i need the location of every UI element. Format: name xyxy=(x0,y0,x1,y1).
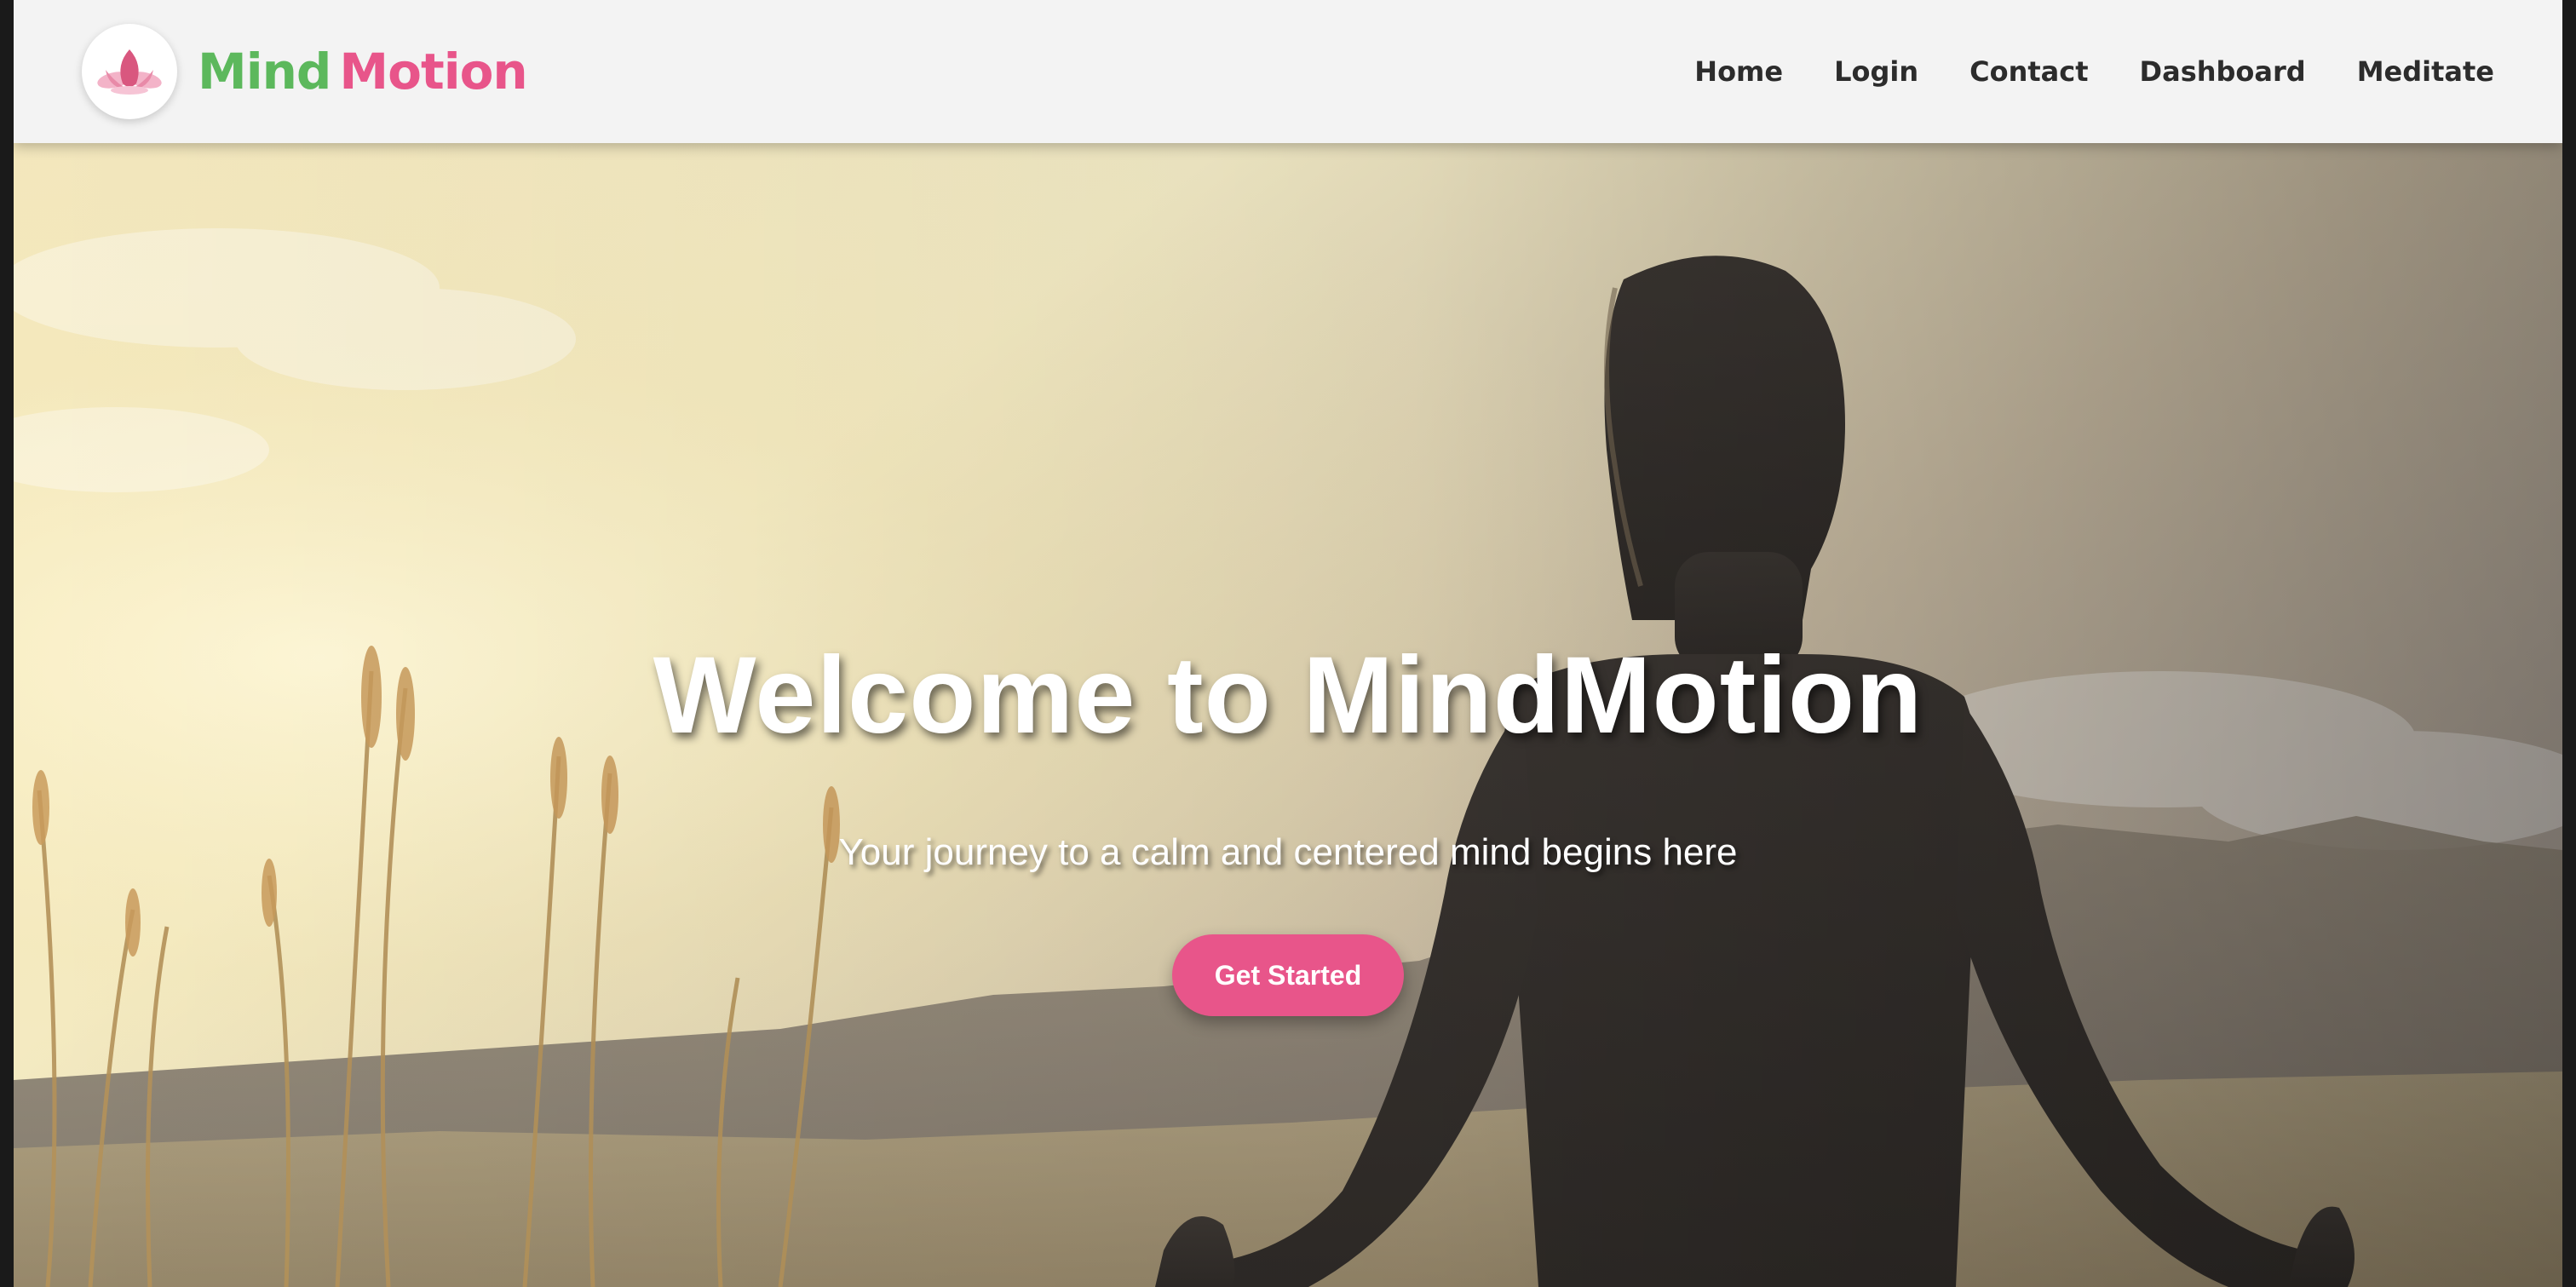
lotus-icon xyxy=(97,49,162,95)
brand-name-mind: Mind xyxy=(198,43,331,101)
nav-meditate[interactable]: Meditate xyxy=(2357,55,2494,88)
page-viewport: Mind Motion Home Login Contact Dashboard … xyxy=(14,0,2562,1287)
brand-name-motion: Motion xyxy=(339,43,527,101)
main-nav: Home Login Contact Dashboard Meditate xyxy=(1694,0,2494,143)
nav-home[interactable]: Home xyxy=(1694,55,1783,88)
nav-contact[interactable]: Contact xyxy=(1969,55,2088,88)
nav-dashboard[interactable]: Dashboard xyxy=(2140,55,2306,88)
browser-frame: Mind Motion Home Login Contact Dashboard … xyxy=(0,0,2576,1287)
nav-login[interactable]: Login xyxy=(1834,55,1918,88)
navbar: Mind Motion Home Login Contact Dashboard … xyxy=(14,0,2562,143)
hero-content: Welcome to MindMotion Your journey to a … xyxy=(14,143,2562,1287)
hero-section: Welcome to MindMotion Your journey to a … xyxy=(14,143,2562,1287)
logo[interactable] xyxy=(82,24,177,119)
hero-title: Welcome to MindMotion xyxy=(653,635,1923,756)
hero-subtitle: Your journey to a calm and centered mind… xyxy=(838,831,1738,873)
brand[interactable]: Mind Motion xyxy=(82,24,528,119)
get-started-button[interactable]: Get Started xyxy=(1172,934,1404,1016)
brand-name[interactable]: Mind Motion xyxy=(198,43,528,101)
